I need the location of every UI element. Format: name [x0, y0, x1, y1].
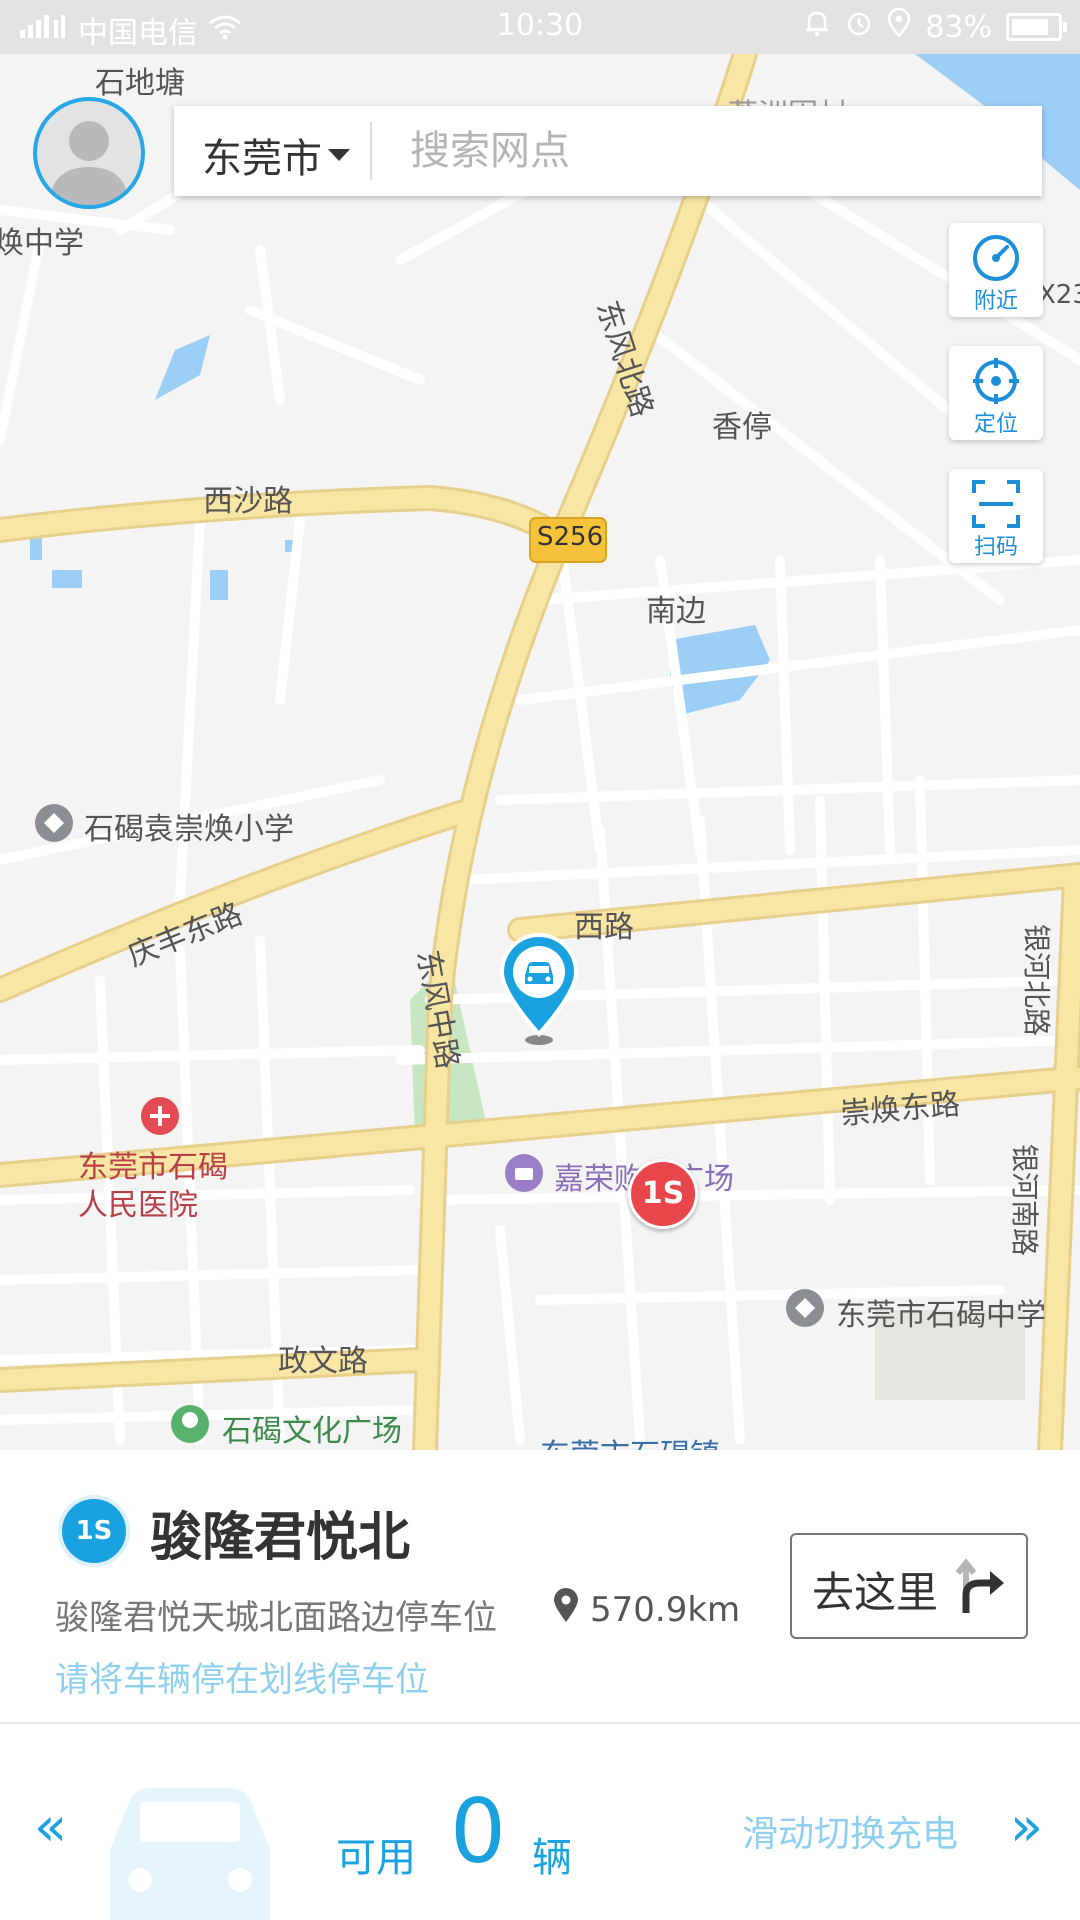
battery-icon [1006, 13, 1067, 41]
search-divider [370, 122, 372, 180]
location-status-icon [887, 7, 911, 46]
battery-percent: 83% [925, 9, 992, 45]
search-input[interactable] [408, 120, 1012, 182]
map-label: 人民医院 [78, 1188, 198, 1223]
nearby-label: 附近 [973, 289, 1018, 314]
map-label: 银河南路 [1008, 1144, 1041, 1257]
next-arrow-button[interactable]: » [1010, 1795, 1043, 1858]
alarm-icon [845, 9, 873, 45]
station-poi-marker[interactable]: 1S [628, 1159, 698, 1229]
location-pin-icon [554, 1588, 578, 1622]
map-label: 石碣文化广场 [222, 1414, 402, 1449]
swipe-switch-hint[interactable]: 滑动切换充电 [742, 1805, 958, 1857]
nearby-gauge-icon [973, 235, 1019, 281]
station-address: 骏隆君悦天城北面路边停车位 [55, 1598, 497, 1638]
station-panel: 1S 骏隆君悦北 骏隆君悦天城北面路边停车位 570.9km 请将车辆停在划线停… [0, 1450, 1080, 1920]
locate-crosshair-icon [973, 358, 1019, 404]
map-label: 东莞市石碣中学 [836, 1298, 1046, 1333]
map-label: S256 [537, 522, 604, 552]
map-label: 石地塘 [95, 66, 185, 101]
map-label: 南边 [646, 594, 706, 629]
map-view[interactable]: 莆洲围村 石地塘 焕中学 X23 东风北路 香停 西沙路 S256 南边 石碣袁… [0, 54, 1080, 1473]
map-label: 银河北路 [1020, 924, 1053, 1037]
user-silhouette-icon [49, 121, 129, 205]
available-label: 可用 [336, 1835, 416, 1881]
map-label: 焕中学 [0, 226, 84, 261]
locate-label: 定位 [973, 412, 1018, 437]
scan-button[interactable]: 扫码 [949, 469, 1043, 563]
navigate-button[interactable]: 去这里 [790, 1533, 1028, 1639]
available-unit: 辆 [532, 1835, 572, 1881]
map-canvas [0, 54, 1080, 1450]
map-label: X23 [1038, 280, 1080, 310]
car-icon [110, 1788, 270, 1920]
map-label: 西沙路 [203, 484, 293, 519]
locate-button[interactable]: 定位 [949, 346, 1043, 440]
chevron-down-icon [328, 149, 350, 161]
navigate-label: 去这里 [812, 1568, 939, 1617]
city-name: 东莞市 [202, 136, 322, 182]
station-distance: 570.9km [590, 1590, 741, 1630]
scan-frame-icon [972, 480, 1020, 528]
user-avatar[interactable] [33, 97, 145, 209]
city-selector[interactable]: 东莞市 [202, 126, 350, 184]
nearby-button[interactable]: 附近 [949, 223, 1043, 317]
panel-divider [0, 1722, 1080, 1724]
car-location-marker[interactable] [498, 932, 580, 1050]
map-label: 西路 [574, 910, 634, 945]
map-label: 香停 [712, 410, 772, 445]
map-label: 石碣袁崇焕小学 [84, 812, 294, 847]
status-bar: 中国电信 10:30 83% [0, 0, 1080, 54]
turn-right-arrow-icon [955, 1558, 1004, 1613]
previous-arrow-button[interactable]: « [34, 1795, 67, 1858]
station-badge: 1S [58, 1495, 130, 1567]
search-bar: 东莞市 [174, 106, 1042, 196]
parking-notice: 请将车辆停在划线停车位 [55, 1660, 429, 1700]
bell-icon [803, 9, 831, 45]
available-count: 0 [450, 1780, 506, 1883]
map-label: 政文路 [278, 1344, 368, 1379]
scan-label: 扫码 [973, 535, 1018, 560]
station-name: 骏隆君悦北 [150, 1508, 411, 1568]
